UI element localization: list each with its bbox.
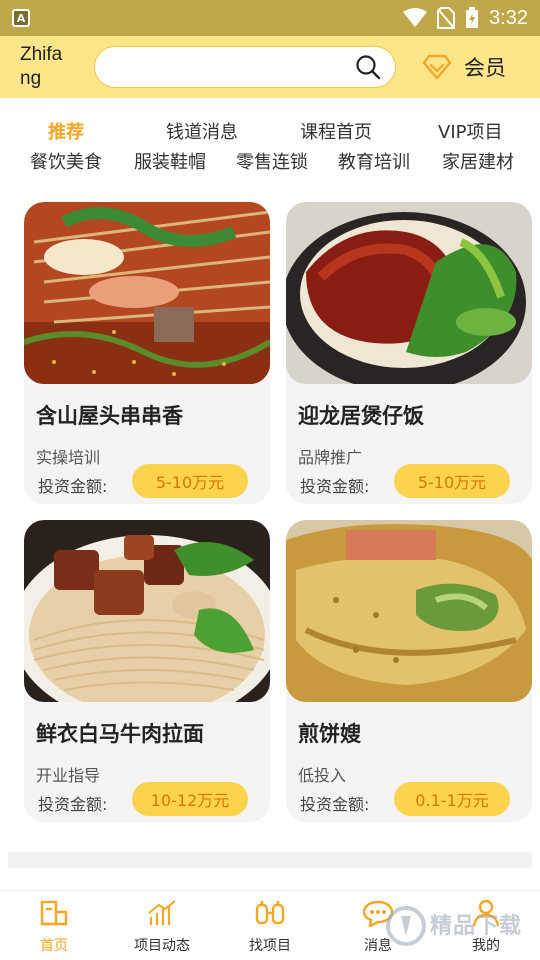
search-input[interactable] bbox=[109, 58, 355, 76]
nav-label: 项目动态 bbox=[134, 938, 190, 954]
invest-label: 投资金额: bbox=[38, 477, 108, 496]
price-badge: 10-12万元 bbox=[132, 782, 248, 816]
tab-recommend[interactable]: 推荐 bbox=[48, 118, 84, 144]
category-item[interactable]: 家居建材 bbox=[442, 150, 514, 174]
skewer-hotpot-photo bbox=[24, 202, 270, 384]
project-card[interactable]: 鲜衣白马牛肉拉面 开业指导 投资金额: 10-12万元 bbox=[24, 520, 270, 822]
price-badge: 5-10万元 bbox=[132, 464, 248, 498]
category-item[interactable]: 服装鞋帽 bbox=[134, 150, 206, 174]
card-title: 鲜衣白马牛肉拉面 bbox=[36, 722, 204, 746]
section-divider bbox=[8, 852, 532, 868]
brand-name: Zhifang bbox=[20, 44, 63, 89]
status-bar: A 3:32 bbox=[0, 0, 540, 36]
watermark: 精品下载 bbox=[384, 898, 534, 954]
project-card[interactable]: 煎饼嫂 低投入 投资金额: 0.1-1万元 bbox=[286, 520, 532, 822]
diamond-icon bbox=[422, 54, 452, 80]
watermark-text: 精品下载 bbox=[430, 914, 523, 939]
beef-noodle-photo bbox=[24, 520, 270, 702]
vip-label: 会员 bbox=[464, 56, 506, 80]
card-title: 迎龙居煲仔饭 bbox=[298, 404, 424, 428]
card-tag: 品牌推广 bbox=[298, 448, 363, 467]
card-tag: 开业指导 bbox=[36, 766, 101, 785]
claypot-rice-photo bbox=[286, 202, 532, 384]
price-badge: 5-10万元 bbox=[394, 464, 510, 498]
nav-find-projects[interactable]: 找项目 bbox=[220, 891, 320, 960]
search-icon[interactable] bbox=[355, 54, 381, 80]
jianbing-photo bbox=[286, 520, 532, 702]
no-sim-icon bbox=[437, 7, 456, 29]
category-strip: 餐饮美食 服装鞋帽 零售连锁 教育培训 家居建材 bbox=[0, 150, 540, 174]
search-bar[interactable] bbox=[94, 46, 396, 88]
watermark-logo-icon bbox=[386, 906, 426, 946]
category-item[interactable]: 餐饮美食 bbox=[30, 150, 102, 174]
trend-chart-icon bbox=[148, 900, 176, 925]
category-item[interactable]: 教育培训 bbox=[338, 150, 410, 174]
binoculars-icon bbox=[255, 901, 285, 925]
project-card[interactable]: 迎龙居煲仔饭 品牌推广 投资金额: 5-10万元 bbox=[286, 202, 532, 504]
category-item[interactable]: 零售连锁 bbox=[236, 150, 308, 174]
nav-label: 找项目 bbox=[249, 938, 291, 954]
invest-label: 投资金额: bbox=[300, 477, 370, 496]
wifi-icon bbox=[403, 8, 428, 27]
invest-label: 投资金额: bbox=[300, 795, 370, 814]
battery-charging-icon bbox=[466, 7, 479, 28]
tab-vip-projects[interactable]: VIP项目 bbox=[438, 118, 502, 144]
card-title: 煎饼嫂 bbox=[298, 722, 361, 746]
tab-money-news[interactable]: 钱道消息 bbox=[166, 118, 238, 144]
app-notification-icon: A bbox=[12, 9, 30, 27]
card-title: 含山屋头串串香 bbox=[36, 404, 183, 428]
top-header: Zhifang 会员 bbox=[0, 36, 540, 98]
nav-project-news[interactable]: 项目动态 bbox=[112, 891, 212, 960]
card-tag: 实操培训 bbox=[36, 448, 101, 467]
home-icon bbox=[40, 900, 68, 926]
nav-home[interactable]: 首页 bbox=[4, 891, 104, 960]
price-badge: 0.1-1万元 bbox=[394, 782, 510, 816]
invest-label: 投资金额: bbox=[38, 795, 108, 814]
status-time: 3:32 bbox=[489, 6, 528, 29]
vip-button[interactable]: 会员 bbox=[422, 36, 506, 98]
project-card[interactable]: 含山屋头串串香 实操培训 投资金额: 5-10万元 bbox=[24, 202, 270, 504]
nav-label: 首页 bbox=[40, 938, 68, 954]
card-tag: 低投入 bbox=[298, 766, 347, 785]
tab-course-home[interactable]: 课程首页 bbox=[300, 118, 372, 144]
